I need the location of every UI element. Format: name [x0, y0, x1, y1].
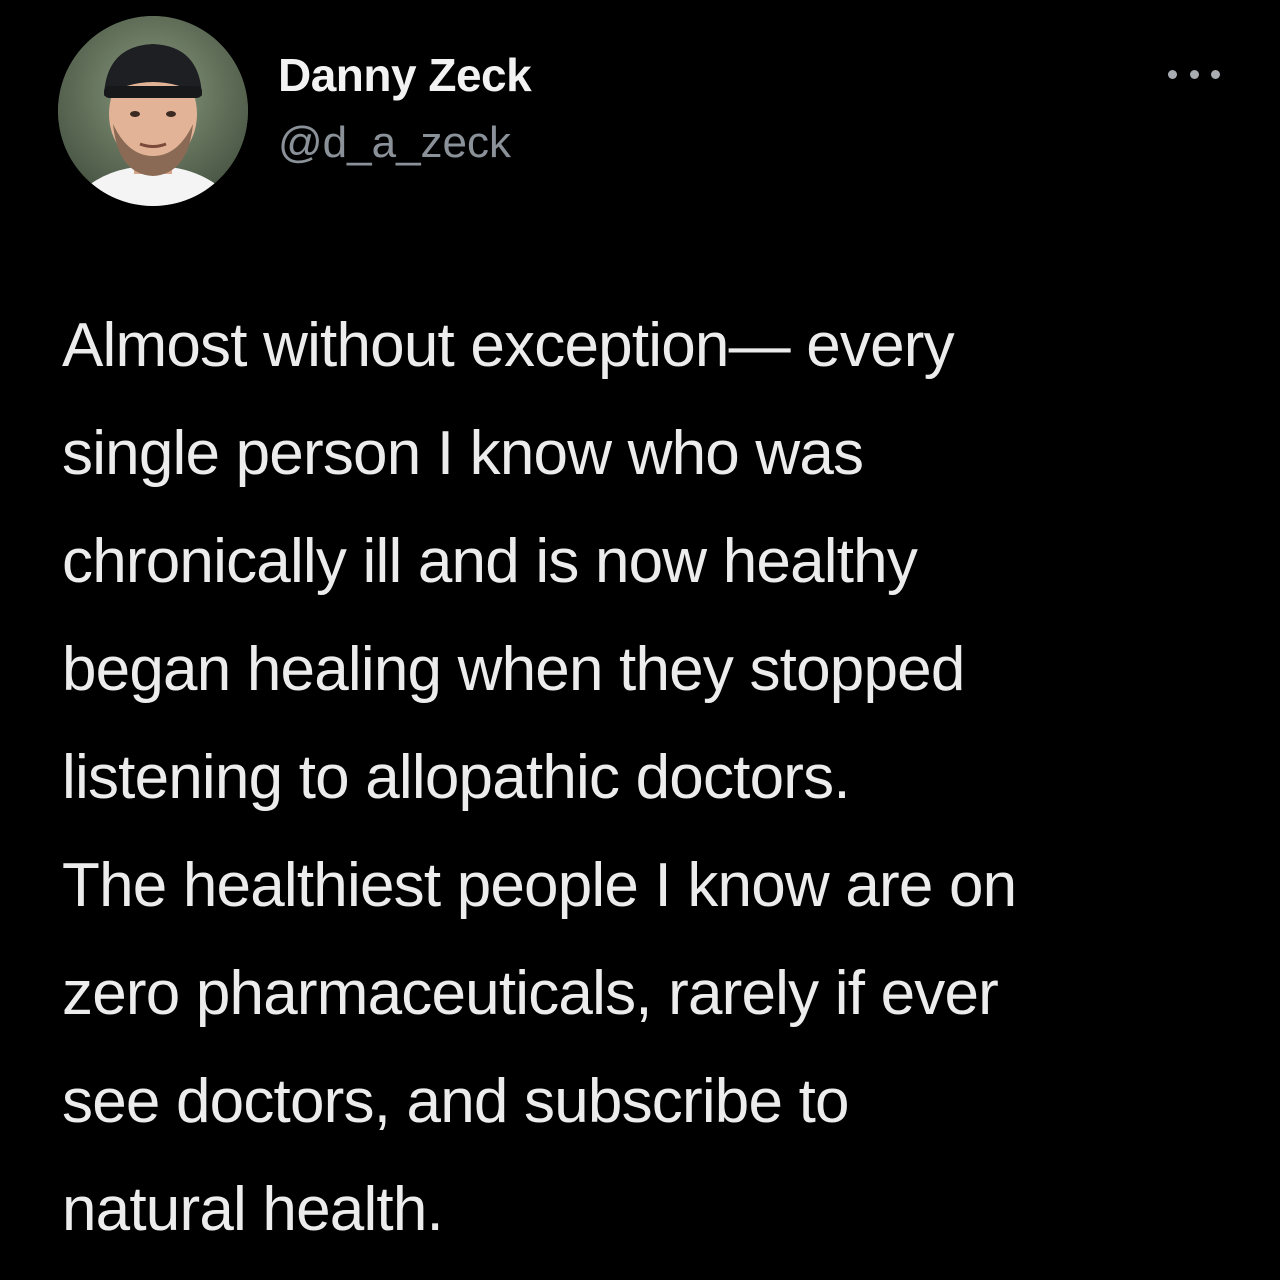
more-horizontal-icon-dot — [1189, 69, 1199, 79]
tweet-text-line: single person I know who was — [62, 419, 864, 488]
more-options-button[interactable] — [1168, 60, 1220, 88]
tweet-text: Almost without exception— every single p… — [62, 292, 1242, 1264]
display-name[interactable]: Danny Zeck — [278, 48, 532, 102]
tweet-text-line: see doctors, and subscribe to — [62, 1067, 850, 1136]
avatar-photo — [58, 16, 248, 206]
tweet-text-line: zero pharmaceuticals, rarely if ever — [62, 959, 999, 1028]
tweet-card: Danny Zeck @d_a_zeck Almost without exce… — [0, 0, 1280, 1280]
tweet-text-line: The healthiest people I know are on — [62, 851, 1017, 920]
tweet-paragraph: Almost without exception— every single p… — [62, 292, 1242, 832]
tweet-text-line: Almost without exception— every — [62, 311, 955, 380]
tweet-text-line: natural health. — [62, 1175, 444, 1244]
more-horizontal-icon-dot — [1211, 69, 1220, 79]
user-handle[interactable]: @d_a_zeck — [278, 118, 511, 168]
tweet-paragraph: The healthiest people I know are on zero… — [62, 832, 1242, 1264]
avatar[interactable] — [58, 16, 248, 206]
tweet-text-line: began healing when they stopped — [62, 635, 965, 704]
tweet-text-line: chronically ill and is now healthy — [62, 527, 918, 596]
tweet-text-line: listening to allopathic doctors. — [62, 743, 851, 812]
more-horizontal-icon — [1168, 69, 1177, 79]
